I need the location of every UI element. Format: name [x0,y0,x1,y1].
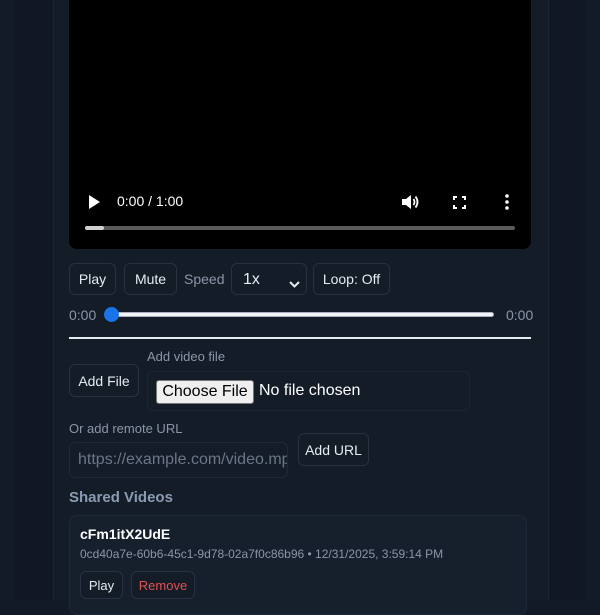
shared-video-meta: 0cd40a7e-60b6-45c1-9d78-02a7f0c86b96 • 1… [80,547,444,561]
shared-videos-title: Shared Videos [69,489,173,506]
add-video-file-label: Add video file [147,349,226,364]
loop-button[interactable]: Loop: Off [313,263,390,295]
video-player[interactable] [69,0,531,249]
fullscreen-icon[interactable] [451,194,467,210]
seek-duration: 0:00 [506,307,534,323]
remote-url-input[interactable]: https://example.com/video.mp4 [69,442,288,478]
seek-slider-track[interactable] [111,312,494,317]
play-button[interactable]: Play [69,263,116,295]
more-options-icon[interactable] [500,193,514,211]
background-stripe-right [547,0,586,600]
volume-icon[interactable] [401,193,421,211]
video-progress-fill [85,226,104,230]
url-placeholder: https://example.com/video.mp4 [78,451,288,468]
file-status-text: No file chosen [259,382,361,399]
chevron-down-icon [289,275,300,293]
shared-video-name: cFm1itX2UdE [80,526,171,542]
add-url-button[interactable]: Add URL [298,433,369,466]
play-icon[interactable] [86,193,102,211]
add-file-button[interactable]: Add File [69,364,139,397]
shared-video-remove-button[interactable]: Remove [131,571,195,599]
mute-button[interactable]: Mute [124,263,177,295]
video-progress-track[interactable] [85,226,515,230]
background-stripe-right-2 [586,0,600,600]
background-stripe-left-2 [14,0,53,600]
speed-select-value: 1x [243,271,260,288]
seek-slider-thumb[interactable] [104,307,119,322]
speed-label: Speed [184,271,225,287]
section-divider [69,337,531,339]
speed-select[interactable]: 1x [231,263,307,295]
seek-current-time: 0:00 [69,307,97,323]
background-stripe-left [0,0,14,600]
video-time-display: 0:00 / 1:00 [117,193,184,209]
remote-url-label: Or add remote URL [69,421,183,436]
choose-file-button[interactable]: Choose File [156,380,254,404]
shared-video-play-button[interactable]: Play [80,571,123,599]
